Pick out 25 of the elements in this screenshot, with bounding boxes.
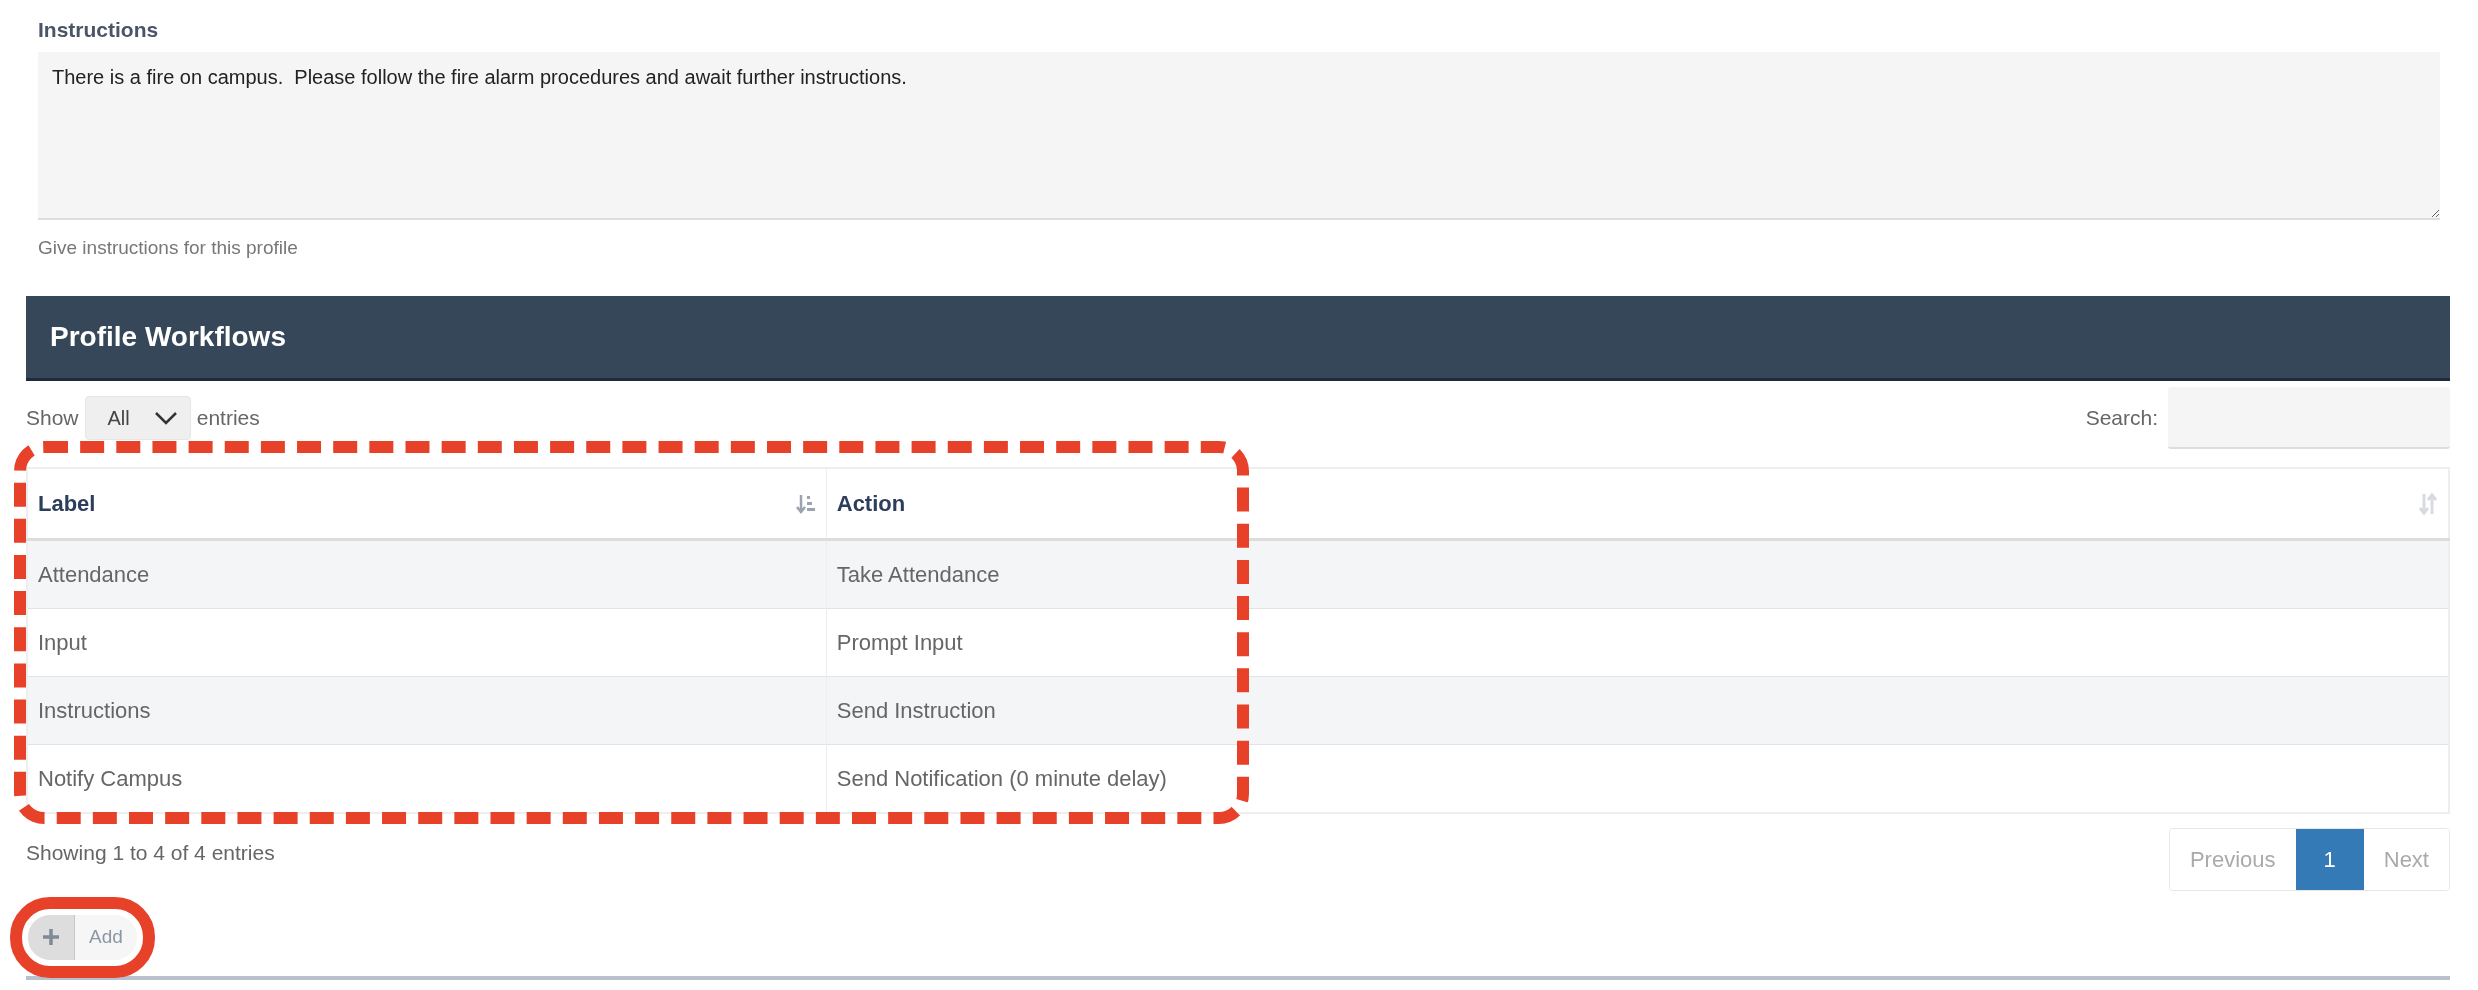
table-cell: Send Notification (0 minute delay) bbox=[826, 744, 2449, 813]
table-cell: Notify Campus bbox=[27, 744, 827, 813]
help-text: Give instructions for this profile bbox=[38, 235, 298, 260]
show-label: Show bbox=[26, 405, 79, 432]
page-button[interactable]: 1 bbox=[2295, 829, 2364, 890]
column-header[interactable]: Action bbox=[836, 487, 906, 520]
sort-ascending-icon bbox=[795, 492, 816, 515]
table-cell: Instructions bbox=[27, 676, 827, 745]
table-cell: Prompt Input bbox=[826, 608, 2449, 677]
table-cell: Attendance bbox=[27, 539, 827, 609]
search-field[interactable] bbox=[2168, 387, 2450, 449]
instructions-textarea[interactable]: There is a fire on campus. Please follow the fire alarm procedures and await further instructions. bbox=[38, 51, 2440, 220]
chevron-down-icon bbox=[153, 411, 178, 425]
table-cell: Send Instruction bbox=[826, 676, 2449, 745]
column-header[interactable]: Label bbox=[38, 487, 96, 520]
panel-header: Profile Workflows bbox=[26, 296, 2450, 381]
search-label: Search: bbox=[2085, 405, 2158, 432]
table-info: Showing 1 to 4 of 4 entries bbox=[26, 839, 275, 866]
plus-icon bbox=[42, 928, 60, 947]
table-cell: Take Attendance bbox=[826, 539, 2449, 609]
sort-icon bbox=[2418, 491, 2438, 516]
table-cell: Input bbox=[27, 608, 827, 677]
entries-dropdown[interactable]: All bbox=[84, 396, 191, 440]
field-label: Instructions bbox=[38, 17, 159, 43]
entries-label: entries bbox=[196, 405, 260, 432]
